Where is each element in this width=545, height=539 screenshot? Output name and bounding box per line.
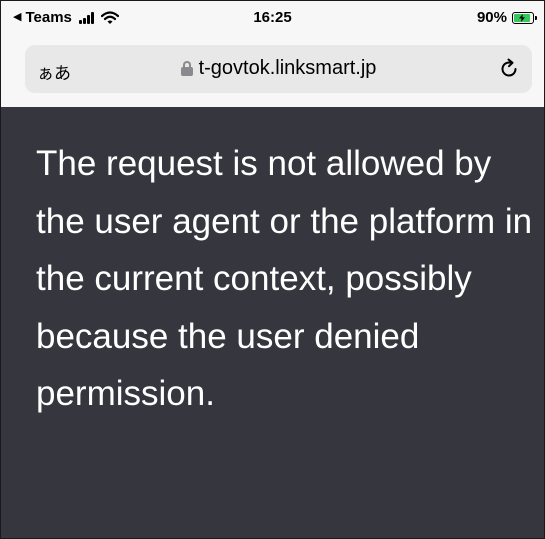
address-bar[interactable]: ぁあ t-govtok.linksmart.jp [25,45,532,93]
lock-icon [180,61,193,76]
charging-bolt-icon [519,13,526,22]
battery-cap [535,15,537,20]
battery-status: 90% [476,9,537,26]
battery-level-fill [514,13,531,22]
reload-icon[interactable] [496,56,522,82]
error-message: The request is not allowed by the user a… [36,144,533,413]
battery-percent: 90% [476,9,507,26]
url-text: t-govtok.linksmart.jp [198,57,377,79]
clock: 16:25 [253,9,292,26]
page-content: The request is not allowed by the user a… [1,107,544,538]
url-field[interactable]: t-govtok.linksmart.jp [25,57,532,80]
battery-charging-icon [512,11,537,24]
status-bar: ◀ Teams 16:25 90% [1,1,544,33]
browser-window: ◀ Teams 16:25 90% ぁあ t-govtok.linksmart.… [0,0,545,539]
